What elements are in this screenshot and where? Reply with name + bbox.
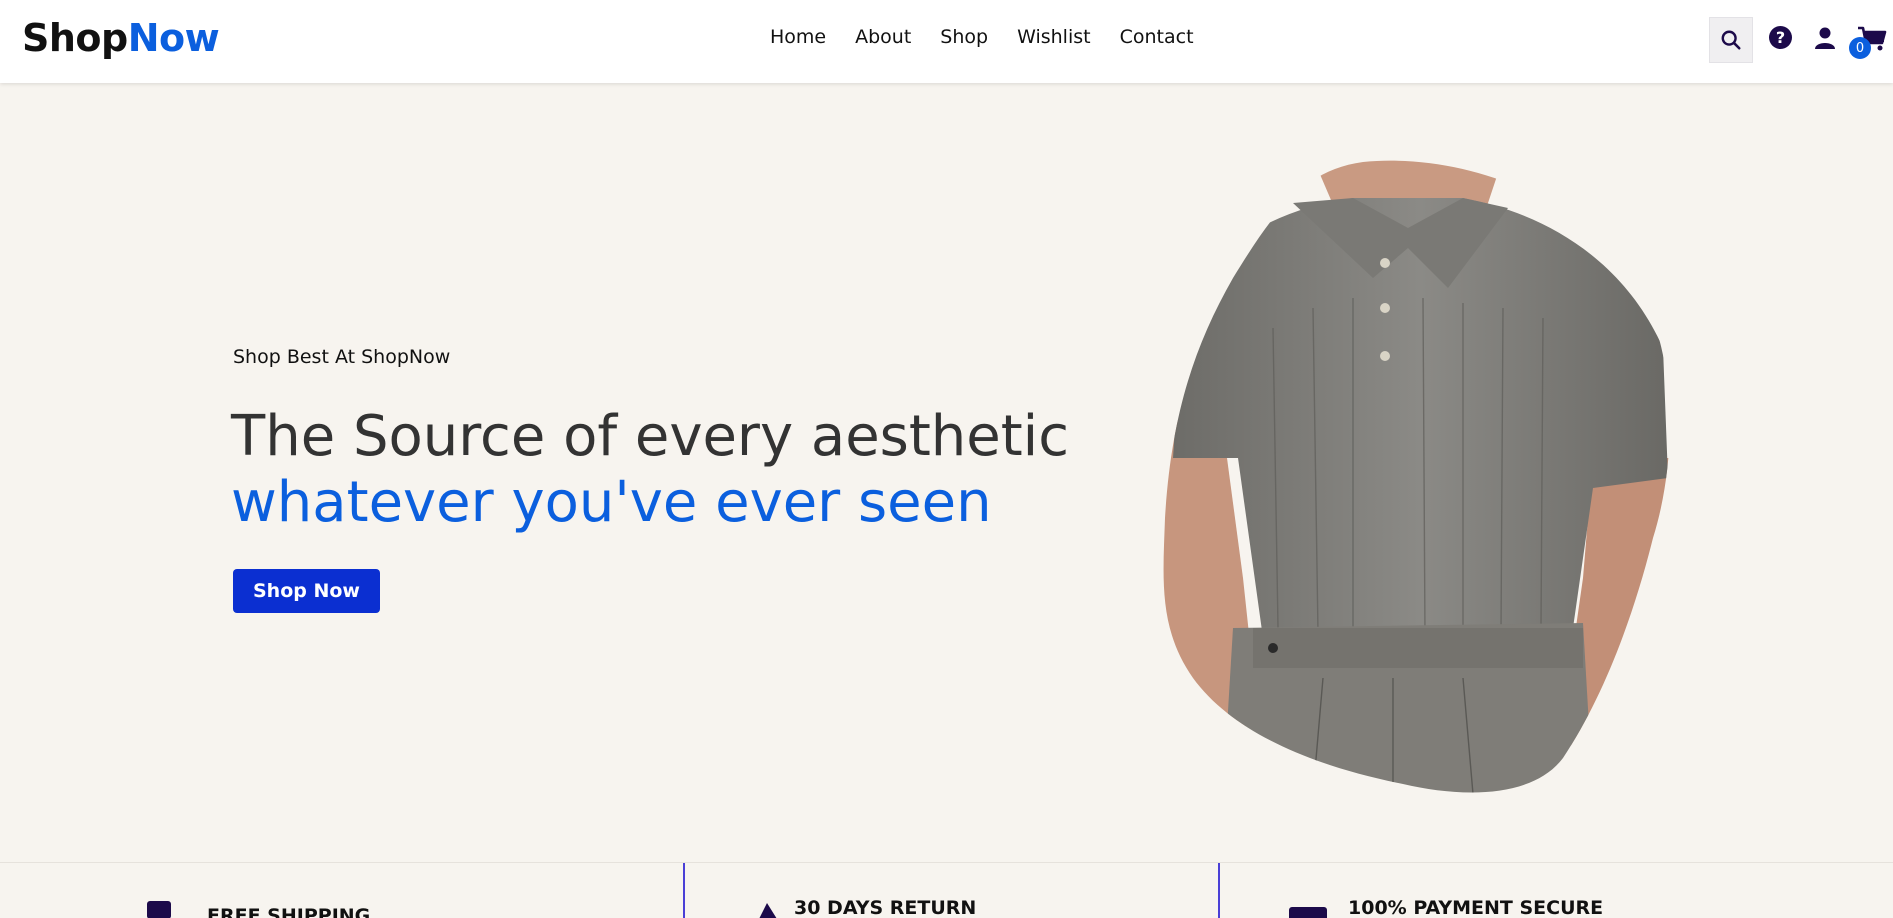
divider — [683, 863, 685, 918]
return-arrow-icon — [759, 903, 777, 918]
feature-title-30-days-return: 30 DAYS RETURN — [794, 897, 977, 918]
shop-now-button[interactable]: Shop Now — [233, 569, 380, 613]
brand-name-part2: Now — [127, 16, 220, 60]
search-icon — [1721, 30, 1741, 50]
hero-headline-line1: The Source of every aesthetic — [231, 404, 1070, 469]
box-icon — [147, 901, 171, 918]
nav-item-contact[interactable]: Contact — [1120, 26, 1194, 48]
brand-name-part1: Shop — [22, 16, 128, 60]
divider — [1218, 863, 1220, 918]
hero-headline-line2: whatever you've ever seen — [231, 470, 992, 535]
card-icon — [1289, 907, 1327, 918]
site-header: ShopNow Home About Shop Wishlist Contact… — [0, 0, 1893, 83]
hero-product-image — [1163, 160, 1670, 793]
features-strip: FREE SHIPPING 30 DAYS RETURN 100% PAYMEN… — [0, 862, 1893, 918]
search-button[interactable] — [1709, 17, 1753, 63]
feature-title-free-shipping: FREE SHIPPING — [207, 905, 371, 918]
hero-eyebrow: Shop Best At ShopNow — [233, 346, 451, 368]
nav-item-wishlist[interactable]: Wishlist — [1017, 26, 1091, 48]
nav-item-home[interactable]: Home — [770, 26, 826, 48]
brand-logo[interactable]: ShopNow — [22, 16, 220, 60]
main-nav: Home About Shop Wishlist Contact — [770, 26, 1194, 48]
nav-item-shop[interactable]: Shop — [940, 26, 988, 48]
feature-title-payment-secure: 100% PAYMENT SECURE — [1348, 897, 1604, 918]
help-icon[interactable]: ? — [1769, 26, 1792, 49]
cart-count-badge: 0 — [1849, 37, 1871, 59]
nav-item-about[interactable]: About — [855, 26, 911, 48]
user-icon[interactable] — [1812, 25, 1838, 51]
